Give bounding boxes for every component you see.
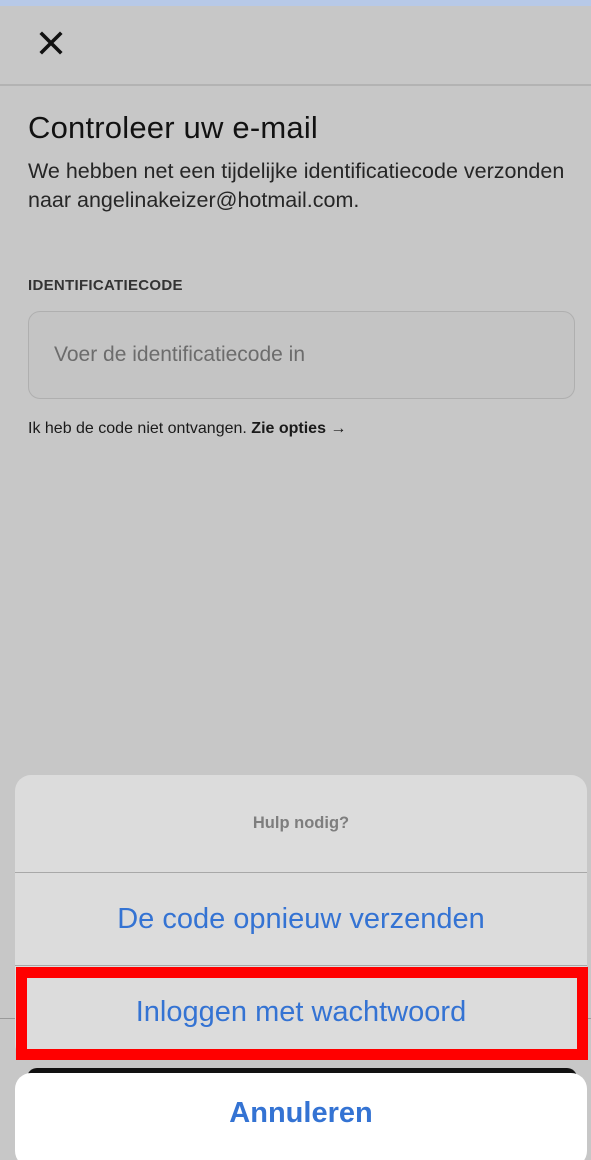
- cancel-button[interactable]: Annuleren: [15, 1073, 587, 1160]
- code-field-label: IDENTIFICATIECODE: [28, 277, 183, 294]
- close-icon: [39, 31, 63, 55]
- page-description: We hebben net een tijdelijke identificat…: [28, 159, 565, 212]
- code-help-line: Ik heb de code niet ontvangen. Zie optie…: [28, 420, 563, 438]
- see-options-link[interactable]: Zie opties →: [251, 420, 346, 437]
- close-button[interactable]: [34, 26, 68, 60]
- action-sheet-title: Hulp nodig?: [15, 775, 587, 873]
- page-title: Controleer uw e-mail: [28, 110, 318, 145]
- resend-code-button[interactable]: De code opnieuw verzenden: [15, 873, 587, 966]
- main-content: Controleer uw e-mail We hebben net een t…: [0, 86, 591, 438]
- code-help-text: Ik heb de code niet ontvangen.: [28, 420, 247, 437]
- top-bar: [0, 6, 591, 86]
- login-with-password-button[interactable]: Inloggen met wachtwoord: [15, 966, 587, 1059]
- identification-code-input[interactable]: [28, 311, 575, 399]
- help-action-sheet: Hulp nodig? De code opnieuw verzenden In…: [15, 775, 587, 1060]
